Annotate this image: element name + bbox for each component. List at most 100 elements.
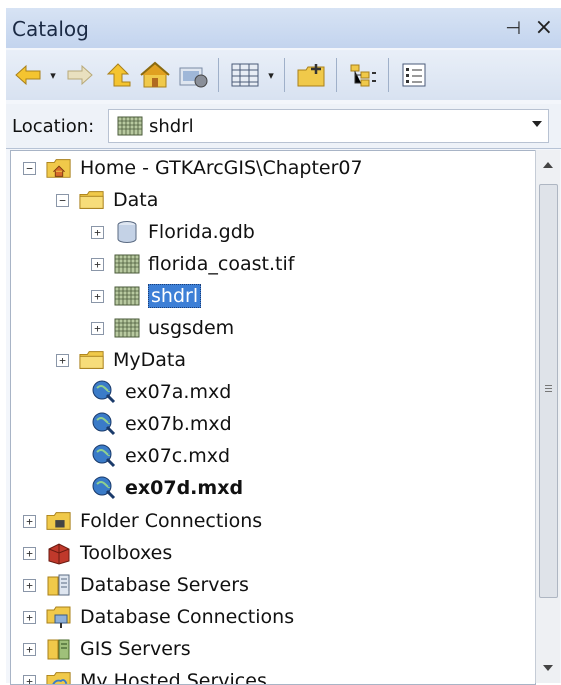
title-bar: Catalog ⊣ ×	[6, 8, 561, 48]
tree-item-data[interactable]: − Data	[56, 185, 158, 215]
arrow-left-icon	[14, 63, 42, 87]
tree-label: Database Connections	[80, 606, 294, 628]
geodatabase-icon	[114, 220, 140, 244]
map-document-icon	[91, 380, 117, 404]
map-document-icon	[91, 476, 117, 500]
connect-button[interactable]	[176, 59, 210, 91]
tree-item-mxd[interactable]: ex07a.mxd	[91, 377, 231, 407]
tree-label: Database Servers	[80, 574, 249, 596]
expand-icon[interactable]: +	[91, 322, 104, 335]
raster-icon	[114, 252, 140, 276]
tree-item-toolboxes[interactable]: + Toolboxes	[23, 538, 172, 568]
tree-label: florida_coast.tif	[148, 253, 294, 275]
tree-label: ex07d.mxd	[125, 477, 243, 499]
expand-icon[interactable]: +	[23, 515, 36, 528]
arrow-right-icon	[66, 63, 94, 87]
pin-icon[interactable]: ⊣	[505, 18, 521, 39]
scroll-thumb[interactable]	[539, 184, 558, 598]
tree-label: Toolboxes	[80, 542, 172, 564]
map-document-icon	[91, 444, 117, 468]
forward-button[interactable]	[64, 59, 96, 91]
scroll-down-icon[interactable]	[543, 665, 553, 671]
tree-label: GIS Servers	[80, 638, 191, 660]
connect-icon	[178, 62, 208, 88]
catalog-tree: − Home - GTKArcGIS\Chapter07 − Data + Fl…	[10, 150, 536, 685]
folder-connection-icon	[46, 509, 72, 533]
gis-server-icon	[46, 637, 72, 661]
tree-label: ex07a.mxd	[125, 381, 231, 403]
tree-item-mxd-active[interactable]: ex07d.mxd	[91, 473, 243, 503]
raster-icon	[114, 284, 140, 308]
tree-label: Data	[113, 189, 158, 211]
tree-item-shdrl[interactable]: + shdrl	[91, 281, 201, 311]
toolbar: ▾ ▾	[6, 50, 561, 100]
tree-item-florida-coast[interactable]: + florida_coast.tif	[91, 249, 294, 279]
expand-icon[interactable]: +	[91, 290, 104, 303]
tree-label-selected: shdrl	[148, 284, 201, 308]
tree-icon	[348, 62, 378, 88]
tree-label: ex07c.mxd	[125, 445, 230, 467]
close-icon[interactable]: ×	[535, 15, 553, 40]
new-folder-icon	[296, 62, 328, 88]
tree-item-mxd[interactable]: ex07c.mxd	[91, 441, 230, 471]
database-connection-icon	[46, 605, 72, 629]
raster-icon	[117, 116, 143, 140]
folder-icon	[79, 348, 105, 372]
tree-item-my-hosted-services[interactable]: + My Hosted Services	[23, 666, 267, 685]
view-options-button[interactable]	[228, 59, 262, 91]
tree-label: Florida.gdb	[148, 221, 255, 243]
tree-label: MyData	[113, 349, 186, 371]
tree-label: ex07b.mxd	[125, 413, 232, 435]
location-value: shdrl	[149, 116, 194, 137]
collapse-icon[interactable]: −	[23, 162, 36, 175]
chevron-down-icon[interactable]	[532, 121, 542, 127]
options-button[interactable]	[398, 59, 430, 91]
tree-item-folder-connections[interactable]: + Folder Connections	[23, 506, 262, 536]
collapse-icon[interactable]: −	[56, 194, 69, 207]
back-dropdown[interactable]: ▾	[46, 59, 60, 91]
tree-item-gis-servers[interactable]: + GIS Servers	[23, 634, 191, 664]
back-button[interactable]	[12, 59, 44, 91]
view-dropdown[interactable]: ▾	[264, 59, 278, 91]
tree-item-usgsdem[interactable]: + usgsdem	[91, 313, 234, 343]
grip-icon	[545, 385, 552, 386]
raster-icon	[114, 316, 140, 340]
tree-label: Home - GTKArcGIS\Chapter07	[80, 157, 363, 179]
home-button[interactable]	[138, 59, 172, 91]
new-folder-button[interactable]	[294, 59, 330, 91]
home-icon	[140, 61, 170, 89]
scroll-up-icon[interactable]	[543, 162, 553, 168]
expand-icon[interactable]: +	[91, 258, 104, 271]
up-button[interactable]	[102, 59, 134, 91]
toggle-contents-button[interactable]	[346, 59, 380, 91]
tree-item-home[interactable]: − Home - GTKArcGIS\Chapter07	[23, 153, 363, 183]
grid-view-icon	[230, 62, 260, 88]
tree-label: usgsdem	[148, 317, 234, 339]
map-document-icon	[91, 412, 117, 436]
expand-icon[interactable]: +	[23, 675, 36, 685]
database-server-icon	[46, 573, 72, 597]
tree-item-database-connections[interactable]: + Database Connections	[23, 602, 294, 632]
window-title: Catalog	[12, 17, 89, 41]
tree-item-mydata[interactable]: + MyData	[56, 345, 186, 375]
up-level-icon	[104, 62, 132, 88]
expand-icon[interactable]: +	[23, 547, 36, 560]
home-folder-icon	[46, 156, 72, 180]
tree-item-mxd[interactable]: ex07b.mxd	[91, 409, 232, 439]
tree-item-florida-gdb[interactable]: + Florida.gdb	[91, 217, 255, 247]
catalog-window: Catalog ⊣ × ▾ ▾	[6, 8, 561, 683]
expand-icon[interactable]: +	[91, 226, 104, 239]
location-bar: Location: shdrl	[6, 104, 561, 149]
folder-icon	[79, 188, 105, 212]
expand-icon[interactable]: +	[56, 354, 69, 367]
vertical-scrollbar[interactable]	[535, 150, 560, 683]
expand-icon[interactable]: +	[23, 579, 36, 592]
tree-item-database-servers[interactable]: + Database Servers	[23, 570, 249, 600]
expand-icon[interactable]: +	[23, 611, 36, 624]
list-icon	[400, 62, 428, 88]
location-dropdown[interactable]: shdrl	[108, 109, 549, 143]
tree-label: Folder Connections	[80, 510, 262, 532]
location-label: Location:	[12, 116, 94, 137]
expand-icon[interactable]: +	[23, 643, 36, 656]
toolbox-icon	[46, 541, 72, 565]
